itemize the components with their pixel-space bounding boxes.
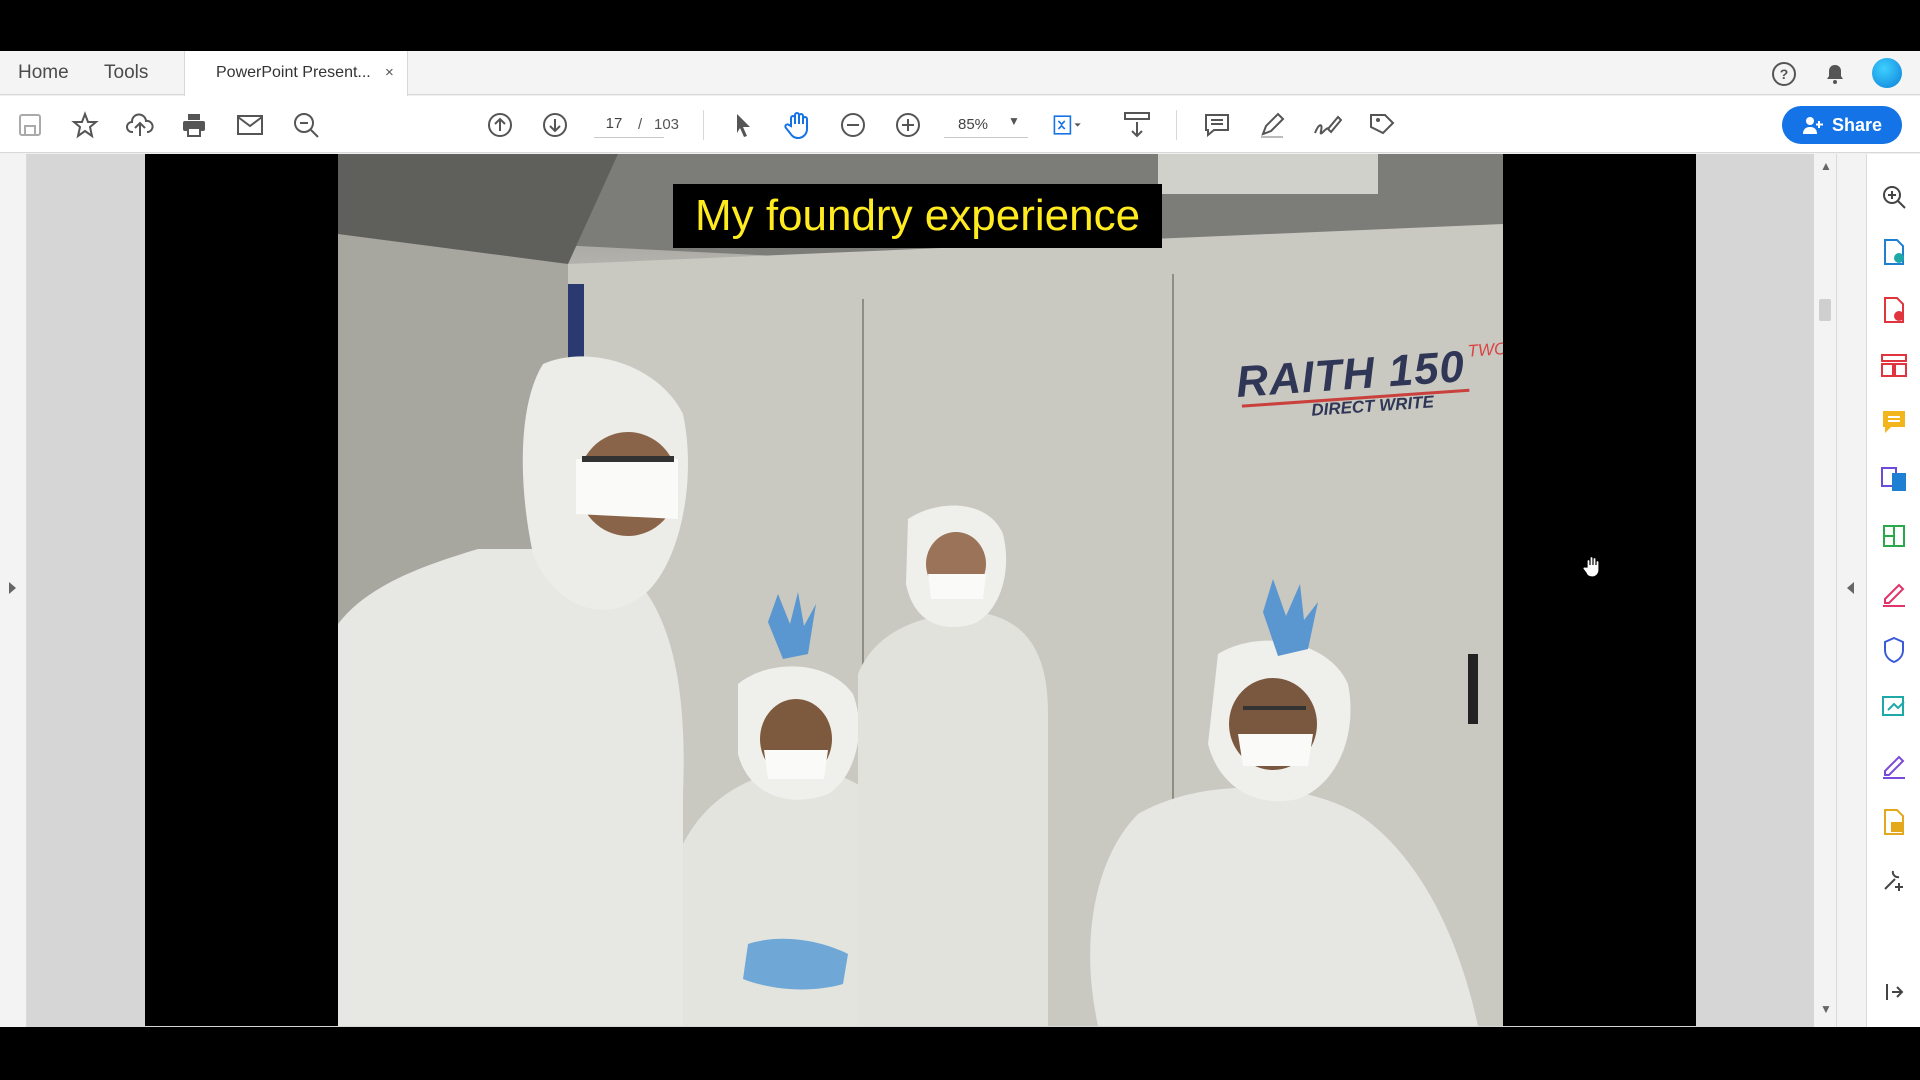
mail-icon[interactable] — [234, 109, 266, 141]
export-file-icon[interactable] — [1879, 807, 1909, 837]
cloud-upload-icon[interactable] — [124, 109, 156, 141]
document-view[interactable]: My foundry experience RAITH 150 TWO DIRE… — [0, 154, 1866, 1027]
export-pdf-icon[interactable] — [1879, 237, 1909, 267]
star-icon[interactable] — [69, 109, 101, 141]
page-up-icon[interactable] — [484, 109, 516, 141]
expand-left-pane-icon[interactable] — [9, 582, 16, 594]
zoom-in-icon[interactable] — [892, 109, 924, 141]
tab-document-label: PowerPoint Present... — [216, 64, 371, 81]
zoom-select[interactable]: 85% ▼ — [944, 110, 1028, 138]
slide-photo: My foundry experience RAITH 150 TWO DIRE… — [338, 154, 1503, 1026]
close-tab-icon[interactable]: × — [385, 51, 394, 95]
collapse-right-pane-icon[interactable] — [1847, 582, 1854, 594]
zoom-value: 85% — [958, 116, 989, 133]
combine-files-icon[interactable] — [1879, 464, 1909, 494]
acrobat-window: Home Tools PowerPoint Present... × ? 17 … — [0, 51, 1920, 1027]
comment-tool-icon[interactable] — [1879, 407, 1909, 437]
svg-text:?: ? — [1780, 66, 1789, 82]
scroll-up-icon[interactable]: ▲ — [1820, 159, 1832, 173]
protect-icon[interactable] — [1879, 635, 1909, 665]
pdf-page: My foundry experience RAITH 150 TWO DIRE… — [145, 154, 1696, 1026]
sign-icon[interactable] — [1311, 109, 1343, 141]
brand-superscript: TWO — [1466, 339, 1503, 361]
more-tools-icon[interactable] — [1879, 865, 1909, 895]
chevron-down-icon: ▼ — [1008, 114, 1020, 128]
screen: Home Tools PowerPoint Present... × ? 17 … — [0, 0, 1920, 1080]
slide-title: My foundry experience — [673, 184, 1162, 248]
fit-page-icon[interactable] — [1052, 109, 1084, 141]
left-pane-toggle[interactable] — [0, 154, 27, 1027]
share-label: Share — [1831, 114, 1883, 135]
tab-document[interactable]: PowerPoint Present... × — [184, 51, 408, 96]
toolbar: / 103 85% ▼ — [0, 96, 1920, 153]
fill-sign-icon[interactable] — [1879, 579, 1909, 609]
more-tools-icon[interactable] — [1366, 109, 1398, 141]
scroll-mode-icon[interactable] — [1121, 109, 1153, 141]
organize-pages-icon[interactable] — [1879, 351, 1909, 381]
scroll-down-icon[interactable]: ▼ — [1820, 1002, 1832, 1016]
right-pane-toggle[interactable] — [1836, 154, 1866, 1027]
hand-cursor-icon — [1582, 555, 1604, 584]
edit-pdf-icon[interactable] — [1879, 521, 1909, 551]
tab-bar: Home Tools PowerPoint Present... × ? — [0, 51, 1920, 96]
avatar[interactable] — [1872, 58, 1902, 88]
collapse-pane-icon[interactable] — [1879, 977, 1909, 1007]
create-pdf-icon[interactable] — [1879, 295, 1909, 325]
add-user-icon — [1802, 117, 1823, 134]
page-total: 103 — [654, 116, 680, 133]
page-number-input[interactable] — [594, 110, 634, 136]
pen-icon[interactable] — [1256, 109, 1288, 141]
vertical-scrollbar[interactable]: ▲ ▼ — [1814, 154, 1836, 1027]
page-separator: / — [638, 116, 643, 133]
search-zoom-icon[interactable] — [1879, 182, 1909, 212]
select-arrow-icon[interactable] — [727, 109, 759, 141]
tools-pane — [1866, 154, 1920, 1027]
send-review-icon[interactable] — [1879, 692, 1909, 722]
help-icon[interactable]: ? — [1770, 60, 1798, 88]
cleanroom-photo-illustration — [338, 154, 1503, 1026]
zoom-search-icon[interactable] — [290, 109, 322, 141]
bell-icon[interactable] — [1821, 60, 1849, 88]
print-icon[interactable] — [178, 109, 210, 141]
toolbar-divider — [1176, 110, 1177, 140]
toolbar-divider — [703, 110, 704, 140]
tab-tools[interactable]: Tools — [104, 51, 148, 95]
share-button[interactable]: Share — [1782, 106, 1902, 144]
hand-icon[interactable] — [782, 109, 814, 141]
comment-icon[interactable] — [1201, 109, 1233, 141]
save-icon[interactable] — [14, 109, 46, 141]
tab-home[interactable]: Home — [18, 51, 69, 95]
page-down-icon[interactable] — [539, 109, 571, 141]
scrollbar-thumb[interactable] — [1819, 299, 1831, 321]
zoom-out-icon[interactable] — [837, 109, 869, 141]
sign-tool-icon[interactable] — [1879, 751, 1909, 781]
